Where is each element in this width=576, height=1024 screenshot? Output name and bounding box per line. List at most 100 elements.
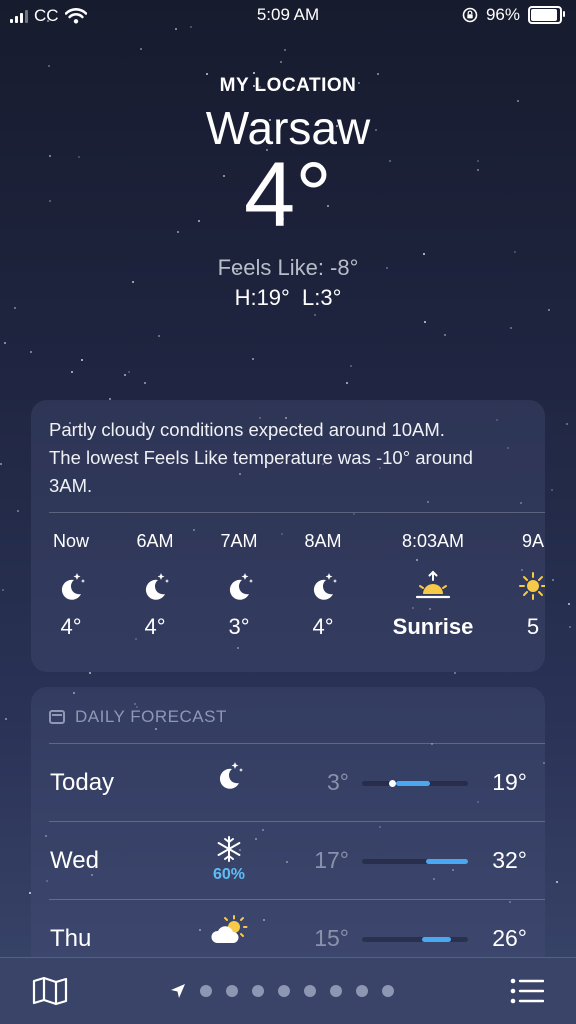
star xyxy=(424,320,427,323)
star xyxy=(143,381,146,384)
day-name: Wed xyxy=(50,847,99,874)
status-bar: CC 5:09 AM 96% xyxy=(0,0,576,32)
hour-label: 8:03AM xyxy=(401,531,465,551)
location-arrow-icon xyxy=(171,984,185,998)
daily-forecast-title: DAILY FORECAST xyxy=(75,707,227,726)
hour-temp: 4° xyxy=(60,614,82,639)
hour-label: 6AM xyxy=(136,531,174,551)
moon-stars-icon xyxy=(283,566,363,606)
star xyxy=(16,509,19,512)
star xyxy=(88,671,91,674)
page-dot[interactable] xyxy=(330,985,342,997)
temp-range-fill xyxy=(425,859,468,864)
star xyxy=(139,48,142,51)
star xyxy=(550,488,553,491)
hour-label: Now xyxy=(52,531,89,551)
star xyxy=(568,625,571,628)
star xyxy=(568,603,571,606)
page-dot[interactable] xyxy=(226,985,238,997)
star xyxy=(47,64,50,67)
hour-item: 6AM 4° xyxy=(115,531,195,640)
summary-line: The lowest Feels Like temperature was -1… xyxy=(49,447,473,468)
hour-temp: 4° xyxy=(312,614,334,639)
location-label: MY LOCATION xyxy=(219,75,357,96)
day-high: 32° xyxy=(492,847,527,873)
day-low: 3° xyxy=(327,769,349,795)
daily-forecast-card[interactable]: DAILY FORECAST Today 3° 19° Wed 60% 17° xyxy=(31,687,545,987)
hour-label: 8AM xyxy=(304,531,342,551)
moon-stars-icon xyxy=(199,759,259,796)
forecast-summary: Partly cloudy conditions expected around… xyxy=(31,400,545,512)
day-row-wed[interactable]: Wed 60% 17° 32° xyxy=(49,821,545,899)
day-name: Thu xyxy=(50,925,92,952)
page-dot[interactable] xyxy=(382,985,394,997)
hourly-forecast-card[interactable]: Partly cloudy conditions expected around… xyxy=(31,400,545,672)
hour-temp: 3° xyxy=(228,614,250,639)
map-button[interactable] xyxy=(32,976,68,1011)
star xyxy=(280,60,283,63)
hour-temp: 5 xyxy=(526,614,540,639)
rotation-lock-icon xyxy=(462,7,478,23)
star xyxy=(128,370,131,373)
current-temp-dot xyxy=(388,780,396,787)
map-icon xyxy=(32,976,68,1006)
battery-percent: 96% xyxy=(485,5,520,24)
hour-label: 9A xyxy=(521,531,545,551)
precip-chance: 60% xyxy=(212,866,246,883)
star xyxy=(29,350,32,353)
list-icon xyxy=(510,978,545,1004)
moon-stars-icon xyxy=(115,566,195,606)
star xyxy=(509,327,512,330)
hour-item: 9A 5 xyxy=(503,531,545,640)
status-right: 96% xyxy=(462,5,565,25)
page-dot[interactable] xyxy=(252,985,264,997)
temp-range-bar xyxy=(362,859,468,864)
star xyxy=(71,370,74,373)
sunrise-icon xyxy=(383,566,483,606)
hour-item: 7AM 3° xyxy=(199,531,279,640)
star xyxy=(0,462,3,465)
day-name: Today xyxy=(50,769,115,796)
star xyxy=(314,313,316,316)
temp-range-bar xyxy=(362,780,468,787)
moon-stars-icon xyxy=(31,566,111,606)
bottom-toolbar xyxy=(0,957,576,1024)
page-dot[interactable] xyxy=(278,985,290,997)
star xyxy=(551,578,554,581)
star xyxy=(443,334,446,337)
star xyxy=(123,373,126,376)
high-low: H:19° L:3° xyxy=(234,285,342,310)
star xyxy=(565,423,568,426)
hour-label: 7AM xyxy=(220,531,258,551)
city-list-button[interactable] xyxy=(510,978,545,1009)
current-temperature: 4° xyxy=(244,144,332,246)
day-high: 26° xyxy=(492,925,527,951)
partly-cloudy-icon xyxy=(199,915,259,952)
star xyxy=(2,588,5,591)
star xyxy=(555,880,558,883)
star xyxy=(346,381,349,384)
day-low: 17° xyxy=(314,847,349,873)
page-dot[interactable] xyxy=(200,985,212,997)
feels-like: Feels Like: -8° xyxy=(217,255,359,280)
page-dot[interactable] xyxy=(356,985,368,997)
day-low: 15° xyxy=(314,925,349,951)
star xyxy=(158,335,161,338)
hourly-strip[interactable]: Now 4° 6AM 4° 7AM 3° 8AM 4° 8:03AM Sunri… xyxy=(31,513,545,663)
page-indicator[interactable] xyxy=(170,983,394,999)
sun-icon xyxy=(503,566,545,606)
hour-item-sunrise: 8:03AM Sunrise xyxy=(383,531,483,640)
page-dot[interactable] xyxy=(304,985,316,997)
summary-line: 3AM. xyxy=(49,475,93,496)
hour-temp: Sunrise xyxy=(392,614,474,639)
star xyxy=(81,358,84,361)
summary-line: Partly cloudy conditions expected around… xyxy=(49,419,445,440)
snowflake-icon: 60% xyxy=(199,836,259,884)
day-row-today[interactable]: Today 3° 19° xyxy=(49,743,545,821)
star xyxy=(350,365,353,368)
star xyxy=(283,49,286,52)
day-high: 19° xyxy=(492,769,527,795)
hour-item: 8AM 4° xyxy=(283,531,363,640)
star xyxy=(252,71,255,74)
hour-temp: 4° xyxy=(144,614,166,639)
